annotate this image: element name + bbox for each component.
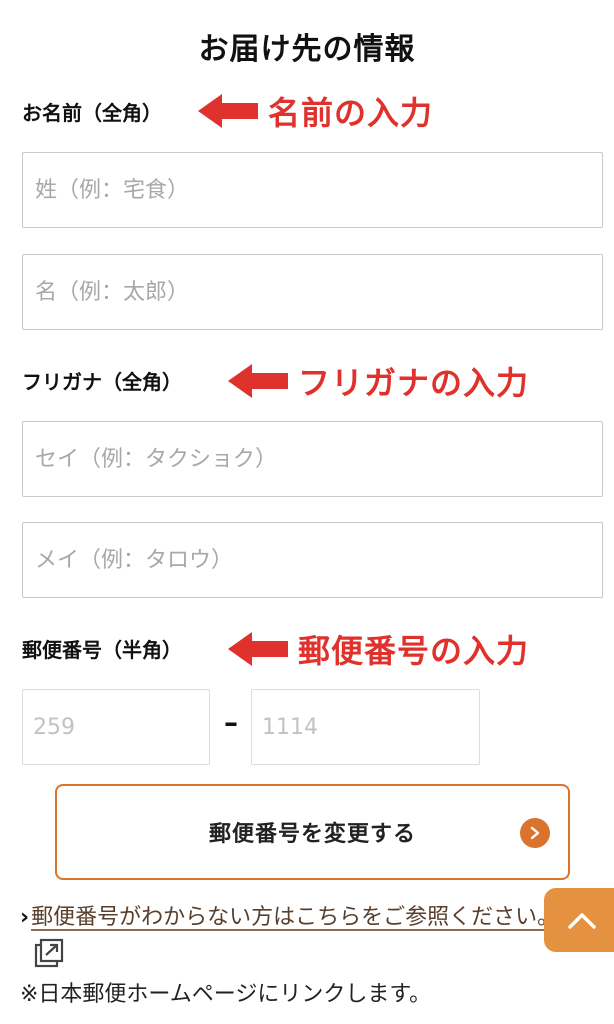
change-zip-button[interactable]: 郵便番号を変更する bbox=[55, 784, 570, 880]
zip-annotation-text: 郵便番号の入力 bbox=[298, 632, 530, 670]
page-title: お届け先の情報 bbox=[198, 32, 416, 67]
zip-help: ›郵便番号がわからない方はこちらをご参照ください。 bbox=[20, 898, 580, 982]
change-zip-button-label: 郵便番号を変更する bbox=[208, 822, 416, 847]
arrow-left-icon bbox=[198, 94, 258, 128]
external-link-note: ※日本郵便ホームページにリンクします。 bbox=[20, 982, 432, 1007]
kana-annotation: フリガナの入力 bbox=[226, 358, 529, 404]
first-name-input[interactable] bbox=[22, 254, 603, 330]
kana-label: フリガナ（全角） bbox=[22, 370, 182, 394]
zip-label: 郵便番号（半角） bbox=[22, 638, 182, 662]
kana-annotation-text: フリガナの入力 bbox=[298, 364, 530, 402]
zip-second-input[interactable] bbox=[251, 689, 480, 765]
zip-first-input[interactable] bbox=[22, 689, 210, 765]
chevron-up-icon bbox=[568, 913, 596, 929]
name-annotation: 名前の入力 bbox=[196, 88, 433, 134]
zip-help-link[interactable]: 郵便番号がわからない方はこちらをご参照ください。 bbox=[31, 905, 559, 930]
name-label: お名前（全角） bbox=[22, 101, 162, 125]
chevron-right-small-icon: › bbox=[20, 905, 30, 930]
arrow-left-icon bbox=[228, 632, 288, 666]
chevron-right-icon bbox=[520, 818, 550, 848]
last-name-kana-input[interactable] bbox=[22, 421, 603, 497]
last-name-input[interactable] bbox=[22, 152, 603, 228]
name-annotation-text: 名前の入力 bbox=[268, 94, 434, 132]
zip-separator: – bbox=[224, 706, 238, 739]
arrow-left-icon bbox=[228, 364, 288, 398]
first-name-kana-input[interactable] bbox=[22, 522, 603, 598]
scroll-top-button[interactable] bbox=[544, 888, 614, 952]
zip-annotation: 郵便番号の入力 bbox=[226, 626, 529, 672]
